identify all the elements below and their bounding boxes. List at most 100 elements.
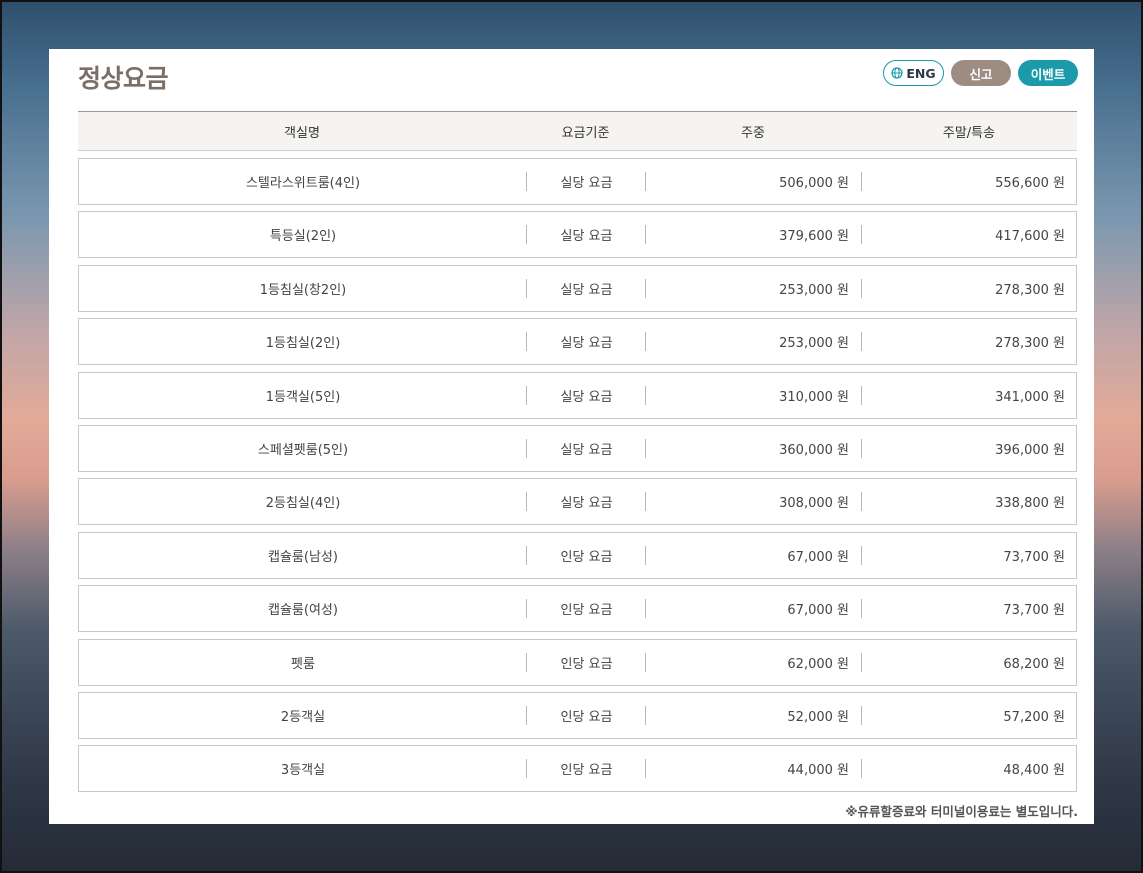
cell-divider bbox=[645, 438, 646, 458]
room-name: 캡슐룸(여성) bbox=[268, 603, 338, 619]
room-name: 스페셜펫룸(5인) bbox=[257, 442, 349, 458]
weekend-fare: 417,600 원 bbox=[995, 229, 1065, 245]
room-name: 2등침실(4인) bbox=[265, 496, 341, 512]
column-header-basis: 요금기준 bbox=[561, 125, 610, 141]
fare-table-body: 스텔라스위트룸(4인) 실당 요금 506,000 원 556,600 원특등실(2인… bbox=[78, 158, 1077, 799]
table-row: 캡슐룸(남성) 인당 요금 67,000 원 73,700 원 bbox=[78, 531, 1077, 579]
cell-divider bbox=[861, 385, 862, 405]
cell-divider bbox=[645, 599, 646, 619]
eng-label: ENG bbox=[906, 65, 936, 81]
column-header-weekday: 주중 bbox=[741, 125, 765, 141]
cell-divider bbox=[861, 492, 862, 512]
cell-divider bbox=[526, 385, 527, 405]
fare-basis: 인당 요금 bbox=[560, 763, 613, 779]
table-row: 특등실(2인) 실당 요금 379,600 원 417,600 원 bbox=[78, 211, 1077, 259]
cell-divider bbox=[526, 172, 527, 191]
report-button[interactable]: 신고 bbox=[951, 60, 1011, 86]
weekday-fare: 62,000 원 bbox=[787, 656, 849, 672]
fare-basis: 실당 요금 bbox=[560, 442, 613, 458]
cell-divider bbox=[861, 278, 862, 298]
header-buttons: ENG 신고 이벤트 bbox=[883, 60, 1078, 86]
room-name: 캡슐룸(남성) bbox=[268, 549, 338, 565]
weekday-fare: 44,000 원 bbox=[787, 763, 849, 779]
weekend-fare: 278,300 원 bbox=[995, 282, 1065, 298]
fare-basis: 인당 요금 bbox=[560, 656, 613, 672]
room-name: 1등침실(2인) bbox=[265, 336, 341, 352]
column-header-room: 객실명 bbox=[284, 125, 320, 141]
weekday-fare: 360,000 원 bbox=[779, 442, 849, 458]
cell-divider bbox=[526, 759, 527, 779]
cell-divider bbox=[526, 545, 527, 565]
cell-divider bbox=[861, 599, 862, 619]
table-row: 캡슐룸(여성) 인당 요금 67,000 원 73,700 원 bbox=[78, 585, 1077, 633]
table-row: 스텔라스위트룸(4인) 실당 요금 506,000 원 556,600 원 bbox=[78, 158, 1077, 205]
cell-divider bbox=[861, 652, 862, 672]
cell-divider bbox=[526, 705, 527, 725]
cell-divider bbox=[861, 438, 862, 458]
globe-icon bbox=[891, 67, 903, 79]
weekday-fare: 52,000 원 bbox=[787, 709, 849, 725]
cell-divider bbox=[645, 172, 646, 191]
table-row: 1등객실(5인) 실당 요금 310,000 원 341,000 원 bbox=[78, 371, 1077, 419]
cell-divider bbox=[526, 278, 527, 298]
weekend-fare: 396,000 원 bbox=[995, 442, 1065, 458]
room-name: 3등객실 bbox=[280, 763, 326, 779]
room-name: 1등객실(5인) bbox=[265, 389, 341, 405]
cell-divider bbox=[645, 545, 646, 565]
footnote: ※유류할증료와 터미널이용료는 별도입니다. bbox=[845, 804, 1078, 819]
fare-panel: 정상요금 ENG 신고 이벤트 객실명 요금기준 주중 주말/특송 스텔라스위트… bbox=[49, 49, 1094, 824]
weekend-fare: 278,300 원 bbox=[995, 336, 1065, 352]
cell-divider bbox=[861, 225, 862, 245]
weekday-fare: 308,000 원 bbox=[779, 496, 849, 512]
fare-basis: 실당 요금 bbox=[560, 389, 613, 405]
table-row: 펫룸 인당 요금 62,000 원 68,200 원 bbox=[78, 638, 1077, 686]
cell-divider bbox=[645, 225, 646, 245]
room-name: 특등실(2인) bbox=[269, 229, 337, 245]
cell-divider bbox=[645, 492, 646, 512]
fare-basis: 실당 요금 bbox=[560, 496, 613, 512]
cell-divider bbox=[645, 385, 646, 405]
cell-divider bbox=[861, 332, 862, 352]
eng-language-button[interactable]: ENG bbox=[883, 60, 944, 86]
room-name: 스텔라스위트룸(4인) bbox=[245, 176, 361, 191]
cell-divider bbox=[526, 599, 527, 619]
cell-divider bbox=[645, 705, 646, 725]
cell-divider bbox=[526, 492, 527, 512]
weekday-fare: 310,000 원 bbox=[779, 389, 849, 405]
cell-divider bbox=[645, 652, 646, 672]
weekday-fare: 253,000 원 bbox=[779, 282, 849, 298]
event-button[interactable]: 이벤트 bbox=[1018, 60, 1078, 86]
cell-divider bbox=[861, 759, 862, 779]
cell-divider bbox=[861, 545, 862, 565]
fare-basis: 인당 요금 bbox=[560, 549, 613, 565]
room-name: 2등객실 bbox=[280, 709, 326, 725]
cell-divider bbox=[526, 652, 527, 672]
column-header-weekend: 주말/특송 bbox=[942, 125, 996, 141]
weekend-fare: 73,700 원 bbox=[1003, 603, 1065, 619]
weekday-fare: 67,000 원 bbox=[787, 603, 849, 619]
room-name: 펫룸 bbox=[291, 656, 315, 672]
cell-divider bbox=[645, 278, 646, 298]
room-name: 1등침실(창2인) bbox=[259, 282, 347, 298]
weekend-fare: 338,800 원 bbox=[995, 496, 1065, 512]
weekend-fare: 73,700 원 bbox=[1003, 549, 1065, 565]
table-row: 3등객실 인당 요금 44,000 원 48,400 원 bbox=[78, 745, 1077, 793]
fare-basis: 실당 요금 bbox=[560, 336, 613, 352]
weekend-fare: 48,400 원 bbox=[1003, 763, 1065, 779]
cell-divider bbox=[861, 172, 862, 191]
cell-divider bbox=[526, 438, 527, 458]
fare-basis: 인당 요금 bbox=[560, 709, 613, 725]
fare-basis: 실당 요금 bbox=[560, 282, 613, 298]
weekend-fare: 556,600 원 bbox=[995, 176, 1065, 191]
table-row: 2등객실 인당 요금 52,000 원 57,200 원 bbox=[78, 691, 1077, 739]
table-row: 1등침실(2인) 실당 요금 253,000 원 278,300 원 bbox=[78, 318, 1077, 366]
weekend-fare: 68,200 원 bbox=[1003, 656, 1065, 672]
cell-divider bbox=[526, 225, 527, 245]
fare-basis: 인당 요금 bbox=[560, 603, 613, 619]
table-row: 스페셜펫룸(5인) 실당 요금 360,000 원 396,000 원 bbox=[78, 424, 1077, 472]
weekend-fare: 341,000 원 bbox=[995, 389, 1065, 405]
weekday-fare: 253,000 원 bbox=[779, 336, 849, 352]
cell-divider bbox=[526, 332, 527, 352]
cell-divider bbox=[645, 332, 646, 352]
weekday-fare: 379,600 원 bbox=[779, 229, 849, 245]
